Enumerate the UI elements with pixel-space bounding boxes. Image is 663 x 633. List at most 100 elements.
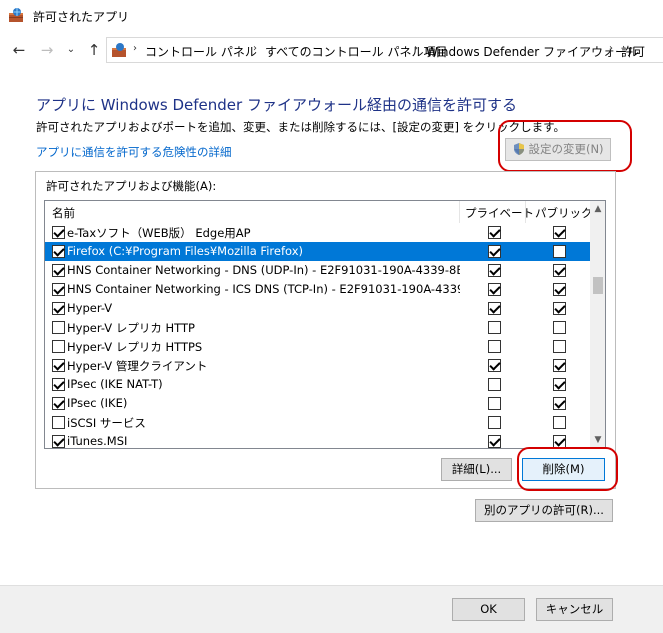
private-checkbox[interactable] (488, 397, 501, 410)
page-description: 許可されたアプリおよびポートを追加、変更、または削除するには、[設定の変更] を… (36, 120, 565, 134)
address-bar[interactable]: › コントロール パネル › すべてのコントロール パネル項目 › Window… (106, 37, 663, 63)
risk-details-link[interactable]: アプリに通信を許可する危険性の詳細 (36, 144, 232, 160)
breadcrumb-all-items[interactable]: すべてのコントロール パネル項目 (265, 43, 448, 60)
app-name: IPsec (IKE NAT-T) (67, 377, 163, 391)
enable-checkbox[interactable] (52, 359, 65, 372)
public-checkbox[interactable] (553, 302, 566, 315)
vertical-scrollbar[interactable]: ▲ ▼ (590, 201, 605, 448)
list-item[interactable]: HNS Container Networking - DNS (UDP-In) … (45, 261, 590, 280)
public-checkbox[interactable] (553, 340, 566, 353)
dialog-footer: OK キャンセル (0, 585, 663, 633)
list-item[interactable]: HNS Container Networking - ICS DNS (TCP-… (45, 280, 590, 299)
public-checkbox[interactable] (553, 397, 566, 410)
public-checkbox[interactable] (553, 416, 566, 429)
private-checkbox[interactable] (488, 283, 501, 296)
enable-checkbox[interactable] (52, 226, 65, 239)
list-item[interactable]: Hyper-V レプリカ HTTP (45, 318, 590, 337)
delete-button[interactable]: 削除(M) (522, 458, 605, 481)
public-checkbox[interactable] (553, 245, 566, 258)
navigation-bar: ← → ⌄ ↑ › コントロール パネル › すべてのコントロール パネル項目 … (0, 32, 663, 68)
recent-locations-chevron-icon[interactable]: ⌄ (61, 40, 81, 60)
allowed-apps-group-label: 許可されたアプリおよび機能(A): (46, 179, 217, 193)
list-item[interactable]: IPsec (IKE) (45, 394, 590, 413)
enable-checkbox[interactable] (52, 302, 65, 315)
column-header-public[interactable]: パブリック (535, 205, 593, 221)
enable-checkbox[interactable] (52, 378, 65, 391)
enable-checkbox[interactable] (52, 321, 65, 334)
private-checkbox[interactable] (488, 302, 501, 315)
breadcrumb-chevron-icon: › (414, 43, 418, 54)
app-name: Hyper-V レプリカ HTTP (67, 321, 195, 335)
app-name: Hyper-V (67, 301, 113, 315)
column-separator[interactable] (459, 201, 460, 223)
enable-checkbox[interactable] (52, 264, 65, 277)
cancel-button[interactable]: キャンセル (536, 598, 613, 621)
app-name: Hyper-V 管理クライアント (67, 359, 208, 373)
list-item[interactable]: Hyper-V (45, 299, 590, 318)
breadcrumb-chevron-icon: › (609, 43, 613, 54)
app-name: IPsec (IKE) (67, 396, 128, 410)
enable-checkbox[interactable] (52, 397, 65, 410)
allowed-apps-list[interactable]: 名前 プライベート パブリック e-Taxソフト（WEB版） Edge用AP Fi… (44, 200, 606, 449)
breadcrumb-control-panel[interactable]: コントロール パネル (145, 43, 257, 60)
public-checkbox[interactable] (553, 264, 566, 277)
private-checkbox[interactable] (488, 435, 501, 448)
breadcrumb-chevron-icon: › (133, 43, 137, 54)
private-checkbox[interactable] (488, 321, 501, 334)
firewall-app-icon (9, 8, 23, 22)
scroll-down-icon[interactable]: ▼ (590, 432, 605, 448)
list-item[interactable]: Hyper-V 管理クライアント (45, 356, 590, 375)
enable-checkbox[interactable] (52, 435, 65, 448)
up-arrow-icon[interactable]: ↑ (84, 40, 104, 60)
breadcrumb-firewall[interactable]: Windows Defender ファイアウォール (426, 43, 639, 60)
private-checkbox[interactable] (488, 359, 501, 372)
change-settings-button[interactable]: 設定の変更(N) (505, 138, 611, 161)
enable-checkbox[interactable] (52, 283, 65, 296)
details-button[interactable]: 詳細(L)... (441, 458, 512, 481)
scroll-up-icon[interactable]: ▲ (590, 201, 605, 217)
back-arrow-icon[interactable]: ← (9, 40, 29, 60)
breadcrumb-allowed[interactable]: 許可 (621, 43, 645, 60)
private-checkbox[interactable] (488, 226, 501, 239)
app-name: e-Taxソフト（WEB版） Edge用AP (67, 226, 251, 240)
column-header-private[interactable]: プライベート (465, 205, 534, 221)
window-title: 許可されたアプリ (33, 10, 130, 24)
public-checkbox[interactable] (553, 378, 566, 391)
column-separator[interactable] (525, 201, 526, 223)
private-checkbox[interactable] (488, 245, 501, 258)
list-item[interactable]: Firefox (C:¥Program Files¥Mozilla Firefo… (45, 242, 590, 261)
private-checkbox[interactable] (488, 340, 501, 353)
enable-checkbox[interactable] (52, 245, 65, 258)
page-heading: アプリに Windows Defender ファイアウォール経由の通信を許可する (36, 96, 517, 114)
column-header-name[interactable]: 名前 (52, 205, 75, 221)
breadcrumb-chevron-icon: › (253, 43, 257, 54)
list-item[interactable]: iTunes.MSI (45, 432, 590, 448)
list-item[interactable]: iSCSI サービス (45, 413, 590, 432)
private-checkbox[interactable] (488, 264, 501, 277)
enable-checkbox[interactable] (52, 340, 65, 353)
private-checkbox[interactable] (488, 416, 501, 429)
app-name: Firefox (C:¥Program Files¥Mozilla Firefo… (67, 244, 303, 258)
control-panel-icon (112, 43, 126, 57)
public-checkbox[interactable] (553, 359, 566, 372)
list-item[interactable]: IPsec (IKE NAT-T) (45, 375, 590, 394)
forward-arrow-icon[interactable]: → (37, 40, 57, 60)
allow-another-app-button[interactable]: 別のアプリの許可(R)... (475, 499, 613, 522)
main-content: アプリに Windows Defender ファイアウォール経由の通信を許可する… (0, 68, 663, 585)
app-name: Hyper-V レプリカ HTTPS (67, 340, 203, 354)
public-checkbox[interactable] (553, 226, 566, 239)
app-name: iSCSI サービス (67, 416, 146, 430)
ok-button[interactable]: OK (452, 598, 525, 621)
private-checkbox[interactable] (488, 378, 501, 391)
list-item[interactable]: e-Taxソフト（WEB版） Edge用AP (45, 223, 590, 242)
enable-checkbox[interactable] (52, 416, 65, 429)
app-name: HNS Container Networking - DNS (UDP-In) … (67, 263, 460, 277)
public-checkbox[interactable] (553, 283, 566, 296)
scroll-thumb[interactable] (593, 277, 603, 294)
change-settings-label: 設定の変更(N) (528, 142, 604, 156)
app-name: iTunes.MSI (67, 434, 128, 448)
title-bar: 許可されたアプリ (0, 0, 663, 32)
app-name: HNS Container Networking - ICS DNS (TCP-… (67, 282, 460, 296)
list-item[interactable]: Hyper-V レプリカ HTTPS (45, 337, 590, 356)
public-checkbox[interactable] (553, 321, 566, 334)
